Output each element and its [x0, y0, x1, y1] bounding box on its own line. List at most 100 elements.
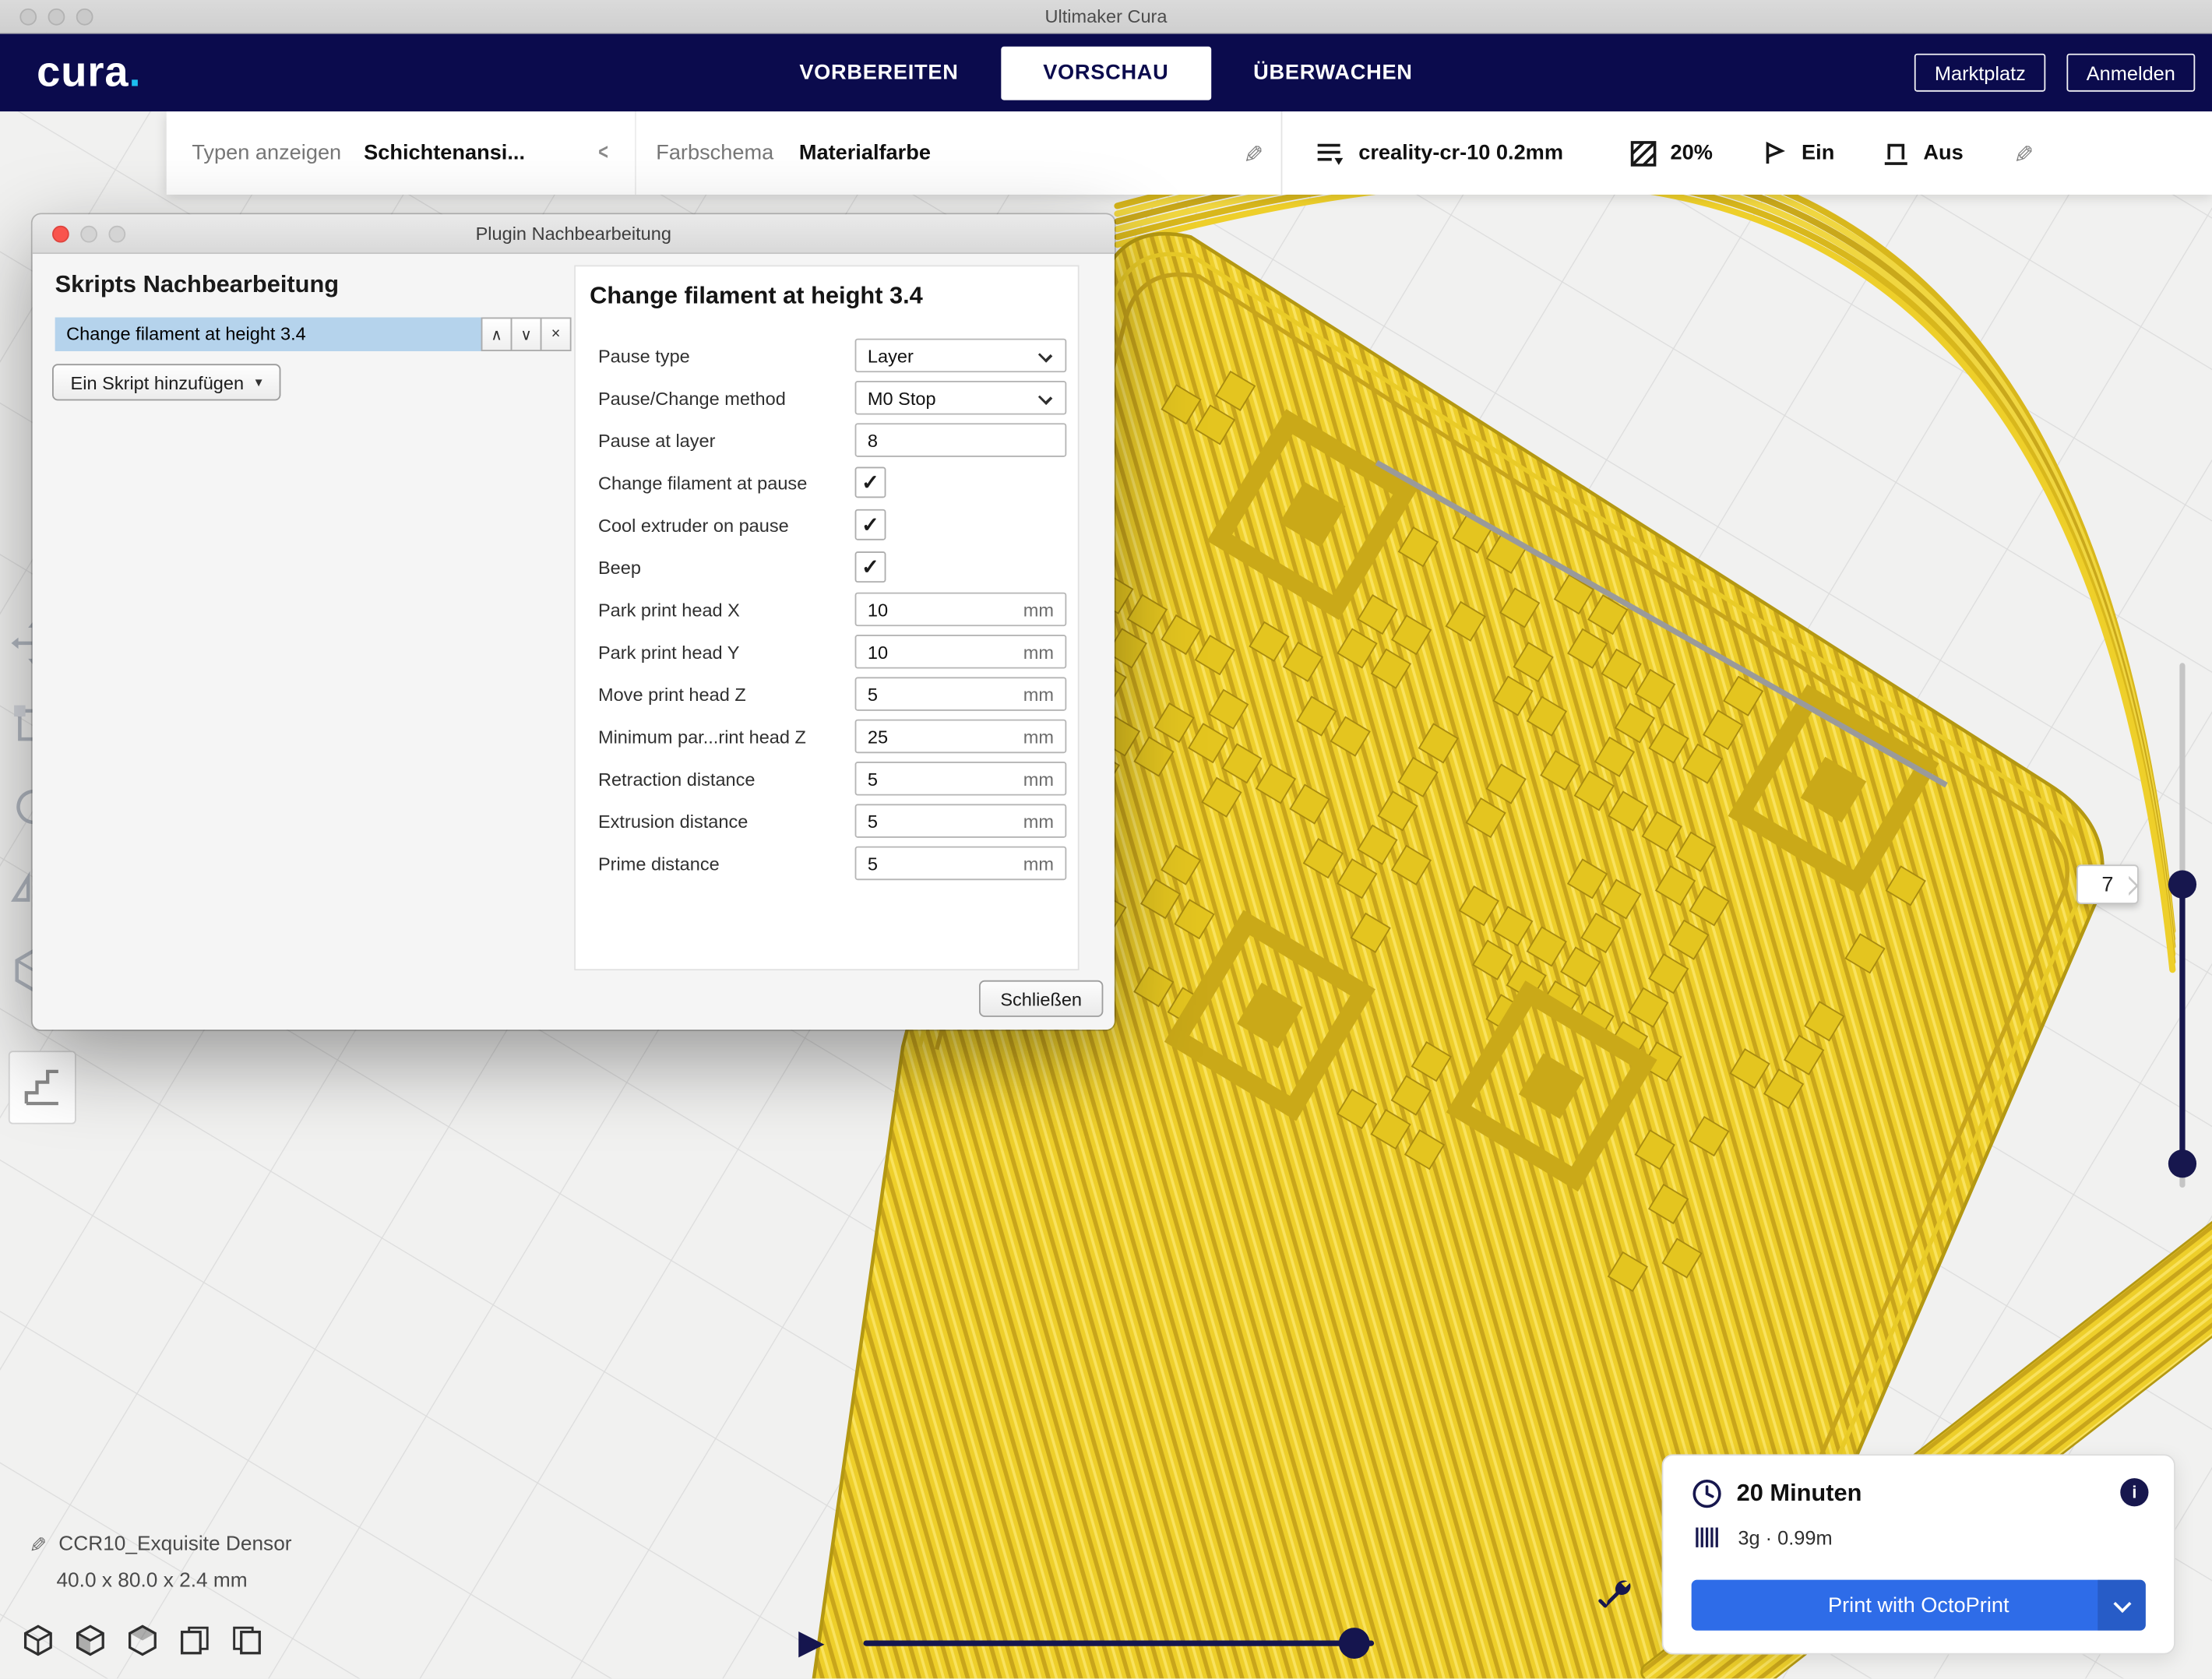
view-front-icon[interactable]: [72, 1622, 108, 1659]
edit-print-settings-icon[interactable]: ✎: [2007, 143, 2035, 164]
layer-slider-upper-handle[interactable]: [2168, 871, 2196, 899]
timeline-track[interactable]: [863, 1640, 1374, 1646]
view-top-icon[interactable]: [124, 1622, 160, 1659]
tab-monitor[interactable]: ÜBERWACHEN: [1211, 46, 1455, 100]
park-x-input[interactable]: mm: [855, 593, 1067, 626]
field-label: Move print head Z: [598, 684, 855, 705]
chevron-down-icon: [2113, 1594, 2131, 1612]
material-usage: 3g · 0.99m: [1738, 1526, 1832, 1549]
clock-icon: [1692, 1478, 1723, 1509]
selected-script[interactable]: Change filament at height 3.4: [55, 318, 483, 351]
move-script-up-button[interactable]: ∧: [481, 318, 512, 351]
field-label: Park print head Y: [598, 641, 855, 662]
support-icon: [1761, 139, 1789, 167]
field-row: Park print head X mm: [576, 588, 1078, 630]
script-list-item: Change filament at height 3.4 ∧ ∨ ×: [55, 318, 572, 351]
tab-preview[interactable]: VORSCHAU: [1001, 46, 1211, 100]
script-settings-panel: Change filament at height 3.4 Pause type…: [574, 266, 1079, 971]
view-right-icon[interactable]: [228, 1622, 265, 1659]
sign-in-button[interactable]: Anmelden: [2066, 54, 2195, 92]
beep-checkbox[interactable]: ✓: [855, 551, 886, 583]
view-3d-icon[interactable]: [19, 1622, 56, 1659]
field-label: Park print head X: [598, 599, 855, 620]
color-scheme-label: Farbschema: [656, 141, 773, 165]
field-row: Beep ✓: [576, 546, 1078, 588]
support-value: Ein: [1802, 141, 1834, 165]
chevron-down-icon: ▾: [255, 375, 262, 390]
cool-extruder-checkbox[interactable]: ✓: [855, 509, 886, 540]
move-z-input[interactable]: mm: [855, 677, 1067, 710]
edit-pencil-icon[interactable]: ✎: [1237, 143, 1265, 164]
print-with-octoprint-button[interactable]: Print with OctoPrint: [1692, 1580, 2146, 1631]
window-title: Ultimaker Cura: [0, 5, 2212, 26]
view-type-section[interactable]: Typen anzeigen Schichtenansi... <: [167, 140, 635, 166]
arrow-up-icon: ∧: [491, 325, 502, 343]
field-label: Pause/Change method: [598, 387, 855, 408]
min-park-z-input[interactable]: mm: [855, 720, 1067, 753]
view-left-icon[interactable]: [176, 1622, 213, 1659]
printer-profile: creality-cr-10 0.2mm: [1358, 141, 1563, 165]
park-y-input[interactable]: mm: [855, 635, 1067, 668]
info-icon[interactable]: i: [2120, 1478, 2148, 1506]
field-label: Extrusion distance: [598, 811, 855, 832]
add-script-button[interactable]: Ein Skript hinzufügen ▾: [52, 364, 280, 400]
field-label: Pause type: [598, 345, 855, 366]
layer-number-bubble: 7: [2076, 864, 2139, 904]
collapse-panel-icon[interactable]: <: [598, 140, 608, 166]
field-row: Cool extruder on pause ✓: [576, 504, 1078, 546]
app-header: cura. VORBEREITEN VORSCHAU ÜBERWACHEN Ma…: [0, 33, 2212, 111]
pause-method-select[interactable]: M0 Stop: [855, 381, 1067, 414]
close-dialog-button[interactable]: Schließen: [979, 980, 1103, 1017]
field-row: Minimum par...rint head Z mm: [576, 715, 1078, 757]
preview-toolbar: Typen anzeigen Schichtenansi... < Farbsc…: [167, 111, 2212, 195]
check-icon: ✓: [861, 472, 879, 493]
extrusion-distance-input[interactable]: mm: [855, 804, 1067, 837]
color-scheme-section[interactable]: Farbschema Materialfarbe ✎: [635, 111, 1281, 195]
field-label: Minimum par...rint head Z: [598, 726, 855, 747]
view-options: [19, 1622, 265, 1659]
print-options-dropdown[interactable]: [2098, 1580, 2146, 1631]
tab-prepare[interactable]: VORBEREITEN: [757, 46, 1001, 100]
view-type-value: Schichtenansi...: [364, 141, 525, 165]
pause-type-select[interactable]: Layer: [855, 339, 1067, 372]
play-icon[interactable]: ▶: [798, 1622, 824, 1663]
layer-steps-icon: [19, 1064, 67, 1112]
prime-distance-input[interactable]: mm: [855, 847, 1067, 880]
support-blocker-tool[interactable]: [9, 1051, 76, 1124]
check-icon: ✓: [861, 557, 879, 578]
adhesion-icon: [1883, 139, 1911, 167]
move-script-down-button[interactable]: ∨: [511, 318, 542, 351]
model-name: CCR10_Exquisite Densor: [58, 1533, 291, 1556]
field-row: Pause/Change method M0 Stop: [576, 377, 1078, 419]
layer-slider-range: [2179, 885, 2185, 1164]
check-icon: ✓: [861, 514, 879, 535]
print-settings-section[interactable]: creality-cr-10 0.2mm 20% Ein Aus: [1281, 111, 2212, 195]
field-row: Change filament at pause ✓: [576, 461, 1078, 503]
field-label: Change filament at pause: [598, 472, 855, 493]
field-label: Beep: [598, 557, 855, 578]
field-label: Retraction distance: [598, 768, 855, 789]
tools-wrench-icon[interactable]: [1594, 1572, 1634, 1618]
rename-pencil-icon[interactable]: ✎: [24, 1536, 50, 1554]
remove-script-button[interactable]: ×: [541, 318, 572, 351]
infill-icon: [1629, 139, 1657, 167]
window-titlebar: Ultimaker Cura: [0, 0, 2212, 33]
retraction-distance-input[interactable]: mm: [855, 762, 1067, 795]
infill-value: 20%: [1671, 141, 1713, 165]
dialog-title: Plugin Nachbearbeitung: [33, 223, 1115, 244]
field-label: Cool extruder on pause: [598, 514, 855, 535]
field-row: Pause type Layer: [576, 334, 1078, 376]
close-icon: ×: [551, 326, 561, 343]
change-filament-checkbox[interactable]: ✓: [855, 467, 886, 498]
layer-slider-lower-handle[interactable]: [2168, 1149, 2196, 1177]
field-row: Pause at layer: [576, 419, 1078, 461]
settings-heading: Change filament at height 3.4: [576, 266, 1078, 310]
chevron-down-icon: [1038, 348, 1052, 362]
field-label: Prime distance: [598, 853, 855, 874]
dialog-titlebar[interactable]: Plugin Nachbearbeitung: [33, 214, 1115, 254]
main-stage-tabs: VORBEREITEN VORSCHAU ÜBERWACHEN: [757, 46, 1455, 100]
timeline-handle[interactable]: [1339, 1628, 1370, 1659]
layer-slider[interactable]: 7: [2167, 663, 2198, 1199]
marketplace-button[interactable]: Marktplatz: [1915, 54, 2046, 92]
pause-at-layer-input[interactable]: [855, 423, 1067, 456]
